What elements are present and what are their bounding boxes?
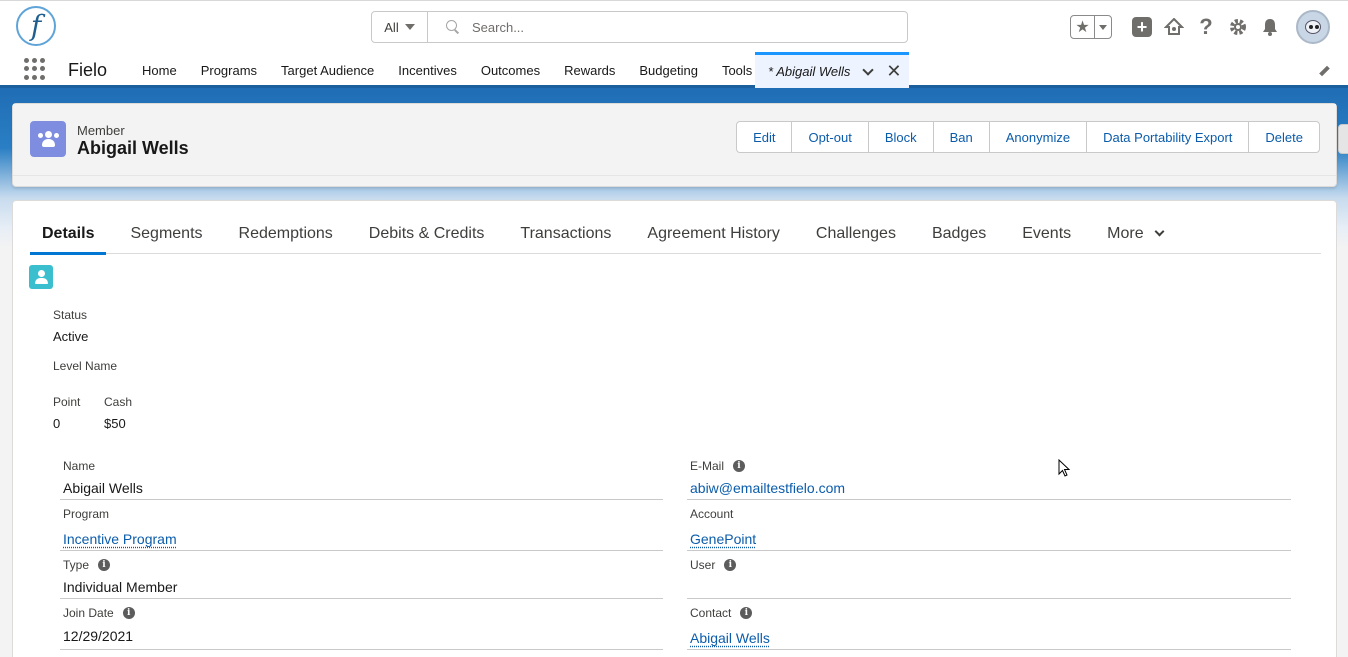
block-button[interactable]: Block [868, 122, 934, 152]
global-search: All [371, 11, 908, 43]
record-title: Abigail Wells [77, 138, 189, 158]
chevron-down-icon[interactable] [862, 63, 875, 76]
contact-link[interactable]: Abigail Wells [690, 630, 770, 646]
fielo-logo[interactable]: f [16, 6, 56, 46]
program-field-label: Program [63, 507, 110, 521]
nav-item-outcomes[interactable]: Outcomes [469, 52, 552, 88]
contact-field-label: Contact i [690, 606, 753, 620]
data-portability-export-button[interactable]: Data Portability Export [1087, 122, 1250, 152]
field-divider [60, 598, 663, 599]
member-record-icon [30, 121, 66, 157]
account-field-label: Account [690, 507, 734, 521]
nav-tab-abigail-wells[interactable]: * Abigail Wells ✕ [755, 52, 909, 88]
search-scope-label: All [384, 19, 399, 35]
info-icon[interactable]: i [122, 607, 135, 619]
field-divider [60, 499, 663, 500]
nav-tab-label: * Abigail Wells [768, 64, 851, 79]
utility-side-handle[interactable] [1338, 124, 1348, 154]
status-label: Status [53, 308, 88, 322]
nav-item-target-audience[interactable]: Target Audience [269, 52, 386, 88]
app-name: Fielo [68, 60, 108, 80]
tab-events[interactable]: Events [1010, 213, 1083, 254]
nav-item-incentives[interactable]: Incentives [386, 52, 469, 88]
chevron-down-icon [404, 24, 415, 30]
tab-debits-credits[interactable]: Debits & Credits [357, 213, 497, 254]
delete-button[interactable]: Delete [1249, 122, 1319, 152]
search-icon [446, 20, 460, 34]
info-icon[interactable]: i [98, 559, 111, 571]
opt-out-button[interactable]: Opt-out [792, 122, 869, 152]
point-value: 0 [53, 416, 61, 431]
mouse-cursor-icon [1058, 459, 1070, 477]
edit-nav-pencil-icon[interactable] [1316, 64, 1330, 78]
point-label: Point [53, 395, 81, 409]
join-date-field-value: 12/29/2021 [63, 628, 134, 644]
field-divider [60, 649, 663, 650]
chevron-down-icon [1154, 226, 1165, 237]
trailhead-icon[interactable] [1163, 16, 1185, 38]
record-type-label: Member [77, 123, 125, 138]
global-add-icon[interactable]: + [1131, 16, 1153, 38]
nav-item-home[interactable]: Home [130, 52, 189, 88]
logo-letter: f [30, 9, 42, 42]
join-date-field-label: Join Date i [63, 606, 135, 620]
nav-item-rewards[interactable]: Rewards [552, 52, 627, 88]
email-link[interactable]: abiw@emailtestfielo.com [690, 480, 845, 496]
info-icon[interactable]: i [733, 460, 746, 472]
account-link[interactable]: GenePoint [690, 531, 756, 547]
tab-agreement-history[interactable]: Agreement History [635, 213, 792, 254]
record-detail-card: Details Segments Redemptions Debits & Cr… [12, 200, 1337, 657]
name-field-value: Abigail Wells [63, 480, 143, 496]
nav-item-budgeting[interactable]: Budgeting [627, 52, 710, 88]
record-actions: Edit Opt-out Block Ban Anonymize Data Po… [736, 121, 1320, 153]
info-icon[interactable]: i [740, 607, 753, 619]
type-field-label: Type i [63, 558, 111, 572]
status-value: Active [53, 329, 89, 344]
app-launcher-icon[interactable] [24, 58, 46, 80]
info-icon[interactable]: i [724, 559, 737, 571]
user-field-label: User i [690, 558, 737, 572]
program-link[interactable]: Incentive Program [63, 531, 177, 547]
ban-button[interactable]: Ban [933, 122, 990, 152]
search-input[interactable] [472, 19, 872, 35]
type-field-value: Individual Member [63, 579, 178, 595]
notifications-bell-icon[interactable] [1259, 16, 1281, 38]
level-name-label: Level Name [53, 359, 118, 373]
record-highlights: Member Abigail Wells Edit Opt-out Block … [12, 103, 1337, 187]
header-utility-icons: ★ + ? [1070, 9, 1330, 45]
close-tab-icon[interactable]: ✕ [886, 61, 901, 82]
field-divider [60, 550, 663, 551]
field-divider [687, 550, 1291, 551]
user-avatar[interactable] [1296, 10, 1330, 44]
favorites-dropdown-icon[interactable] [1095, 24, 1111, 30]
tab-more-label: More [1107, 224, 1144, 242]
tab-challenges[interactable]: Challenges [804, 213, 908, 254]
tab-more[interactable]: More [1095, 213, 1174, 254]
global-header: f All ★ + ? [0, 0, 1348, 52]
tab-redemptions[interactable]: Redemptions [227, 213, 345, 254]
cash-value: $50 [104, 416, 126, 431]
search-scope-dropdown[interactable]: All [372, 12, 428, 42]
nav-item-programs[interactable]: Programs [189, 52, 269, 88]
name-field-label: Name [63, 459, 96, 473]
favorites-group: ★ [1070, 15, 1112, 39]
setup-gear-icon[interactable] [1227, 16, 1249, 38]
tab-transactions[interactable]: Transactions [508, 213, 623, 254]
field-divider [687, 649, 1291, 650]
email-field-label: E-Mail i [690, 459, 746, 473]
field-divider [687, 598, 1291, 599]
app-nav-bar: Fielo Home Programs Target Audience Ince… [0, 52, 1348, 88]
field-divider [687, 499, 1291, 500]
cash-label: Cash [104, 395, 133, 409]
tab-segments[interactable]: Segments [118, 213, 214, 254]
tab-details[interactable]: Details [30, 213, 107, 255]
favorites-star-icon[interactable]: ★ [1071, 16, 1095, 38]
anonymize-button[interactable]: Anonymize [989, 122, 1088, 152]
nav-items: Home Programs Target Audience Incentives… [130, 52, 764, 88]
member-contact-icon [29, 265, 53, 289]
help-icon[interactable]: ? [1195, 14, 1217, 39]
record-tabs: Details Segments Redemptions Debits & Cr… [30, 213, 1321, 255]
tab-badges[interactable]: Badges [920, 213, 998, 254]
edit-button[interactable]: Edit [737, 122, 793, 152]
